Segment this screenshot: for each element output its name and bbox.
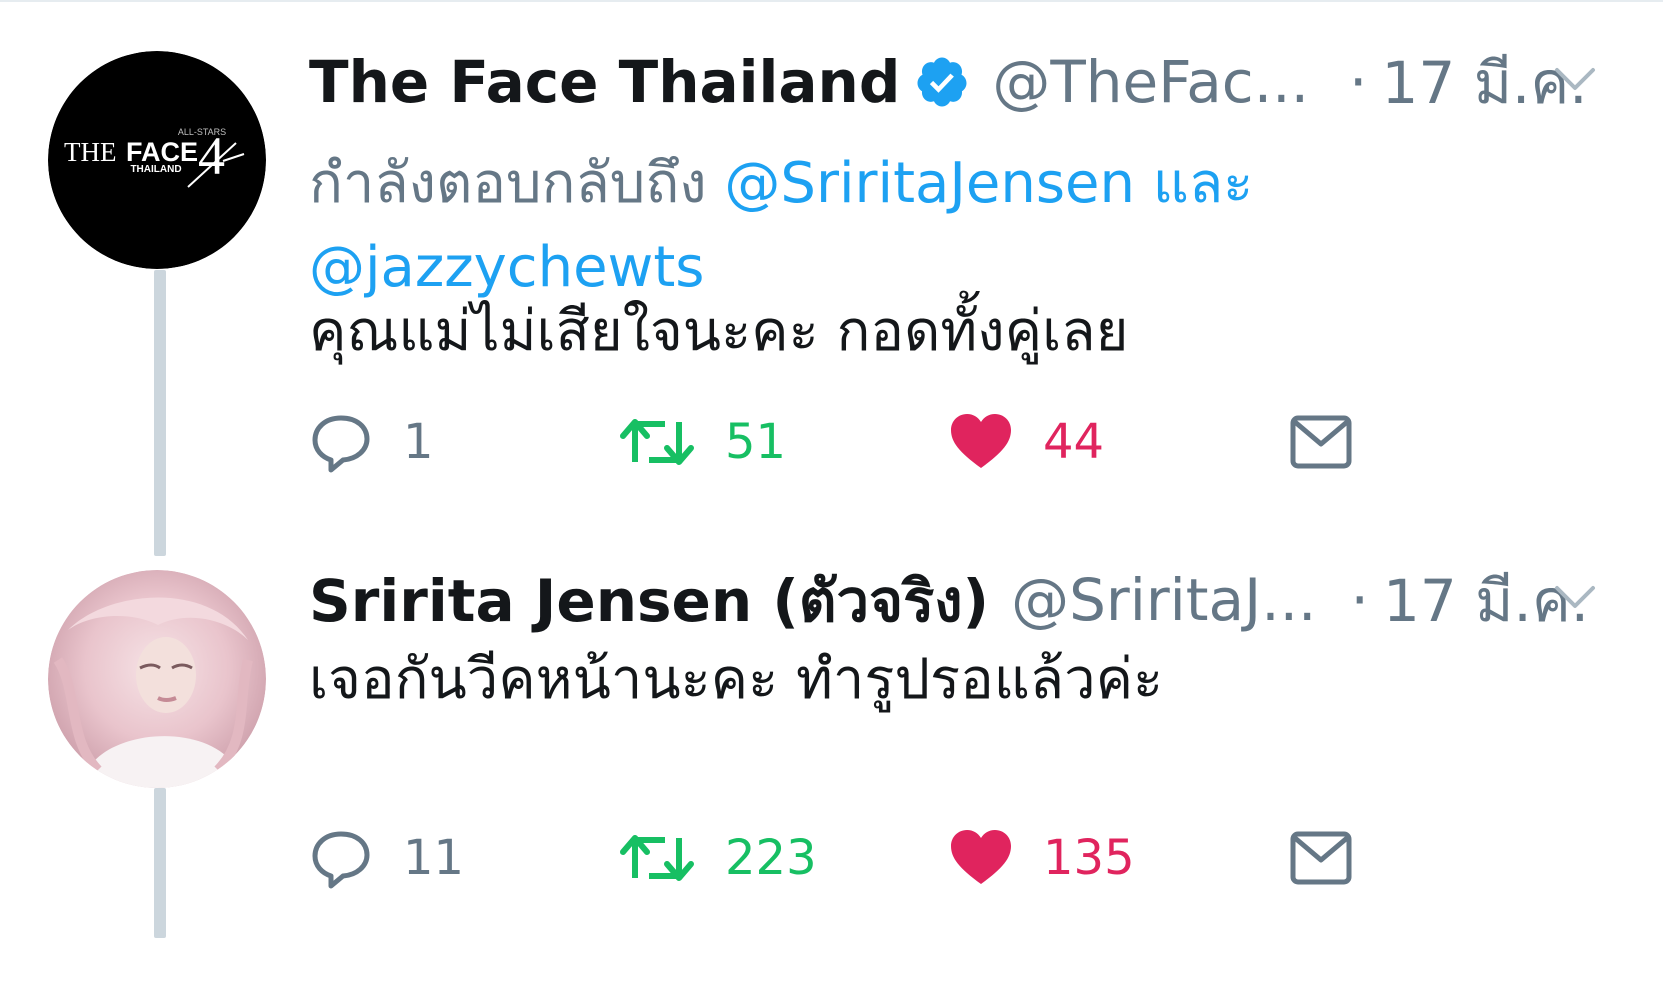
reply-count: 1 [403,414,434,470]
mention-link[interactable]: @jazzychewts [309,235,704,300]
replying-to-label: กำลังตอบกลับถึง [309,151,725,216]
thread-connector-line [154,270,166,556]
logo-sub-text: THAILAND [130,164,181,175]
handle[interactable]: @TheFac... [992,48,1309,116]
the-face-logo: ALL-STARS THE FACE 4 THAILAND [48,51,266,269]
direct-message-button[interactable] [1289,402,1353,482]
heart-icon [951,830,1011,884]
tweet-text: เจอกันวีคหน้านะคะ ทำรูปรอแล้วค่ะ [309,647,1164,712]
like-button[interactable]: 135 [949,818,1135,898]
reply-icon [312,831,370,889]
verified-badge-icon [917,57,967,107]
replying-to-and: และ [1134,151,1254,216]
replying-to: กำลังตอบกลับถึง @SriritaJensen และ @jazz… [309,142,1359,310]
reply-count: 11 [403,830,465,886]
mail-icon [1290,831,1352,885]
logo-face-text: FACE [126,137,198,167]
tweet-actions: 1 51 44 [309,402,1419,482]
reply-button[interactable]: 11 [309,818,464,898]
mention-link[interactable]: @SriritaJensen [724,151,1135,216]
retweet-icon [620,419,694,465]
retweet-icon [620,835,694,881]
mail-icon [1290,415,1352,469]
logo-the-text: THE [64,137,116,167]
retweet-button[interactable]: 223 [619,818,817,898]
chevron-down-icon[interactable] [1553,64,1597,94]
profile-photo [48,570,266,788]
direct-message-button[interactable] [1289,818,1353,898]
separator-dot: · [1350,566,1369,634]
display-name[interactable]: The Face Thailand [309,48,900,116]
chevron-down-icon[interactable] [1553,582,1597,612]
display-name[interactable]: Sririta Jensen (ตัวจริง) [309,554,989,647]
like-count: 44 [1043,414,1105,470]
thread-connector-line [154,788,166,938]
retweet-count: 223 [725,830,817,886]
tweet-text: คุณแม่ไม่เสียใจนะคะ กอดทั้งคู่เลย [309,299,1129,364]
handle[interactable]: @SriritaJ... [1011,566,1316,634]
avatar-sririta-jensen[interactable] [48,570,266,788]
reply-icon [312,415,370,473]
retweet-count: 51 [725,414,787,470]
tweet-header: The Face Thailand @TheFac... · 17 มี.ค. [309,44,1619,120]
like-count: 135 [1043,830,1135,886]
separator-dot: · [1349,48,1368,116]
top-divider [0,0,1663,2]
reply-button[interactable]: 1 [309,402,434,482]
heart-icon [951,414,1011,468]
like-button[interactable]: 44 [949,402,1104,482]
tweet-header: Sririta Jensen (ตัวจริง) @SriritaJ... · … [309,562,1619,638]
avatar-the-face-thailand[interactable]: ALL-STARS THE FACE 4 THAILAND [48,51,266,269]
tweet-actions: 11 223 135 [309,818,1419,898]
retweet-button[interactable]: 51 [619,402,786,482]
